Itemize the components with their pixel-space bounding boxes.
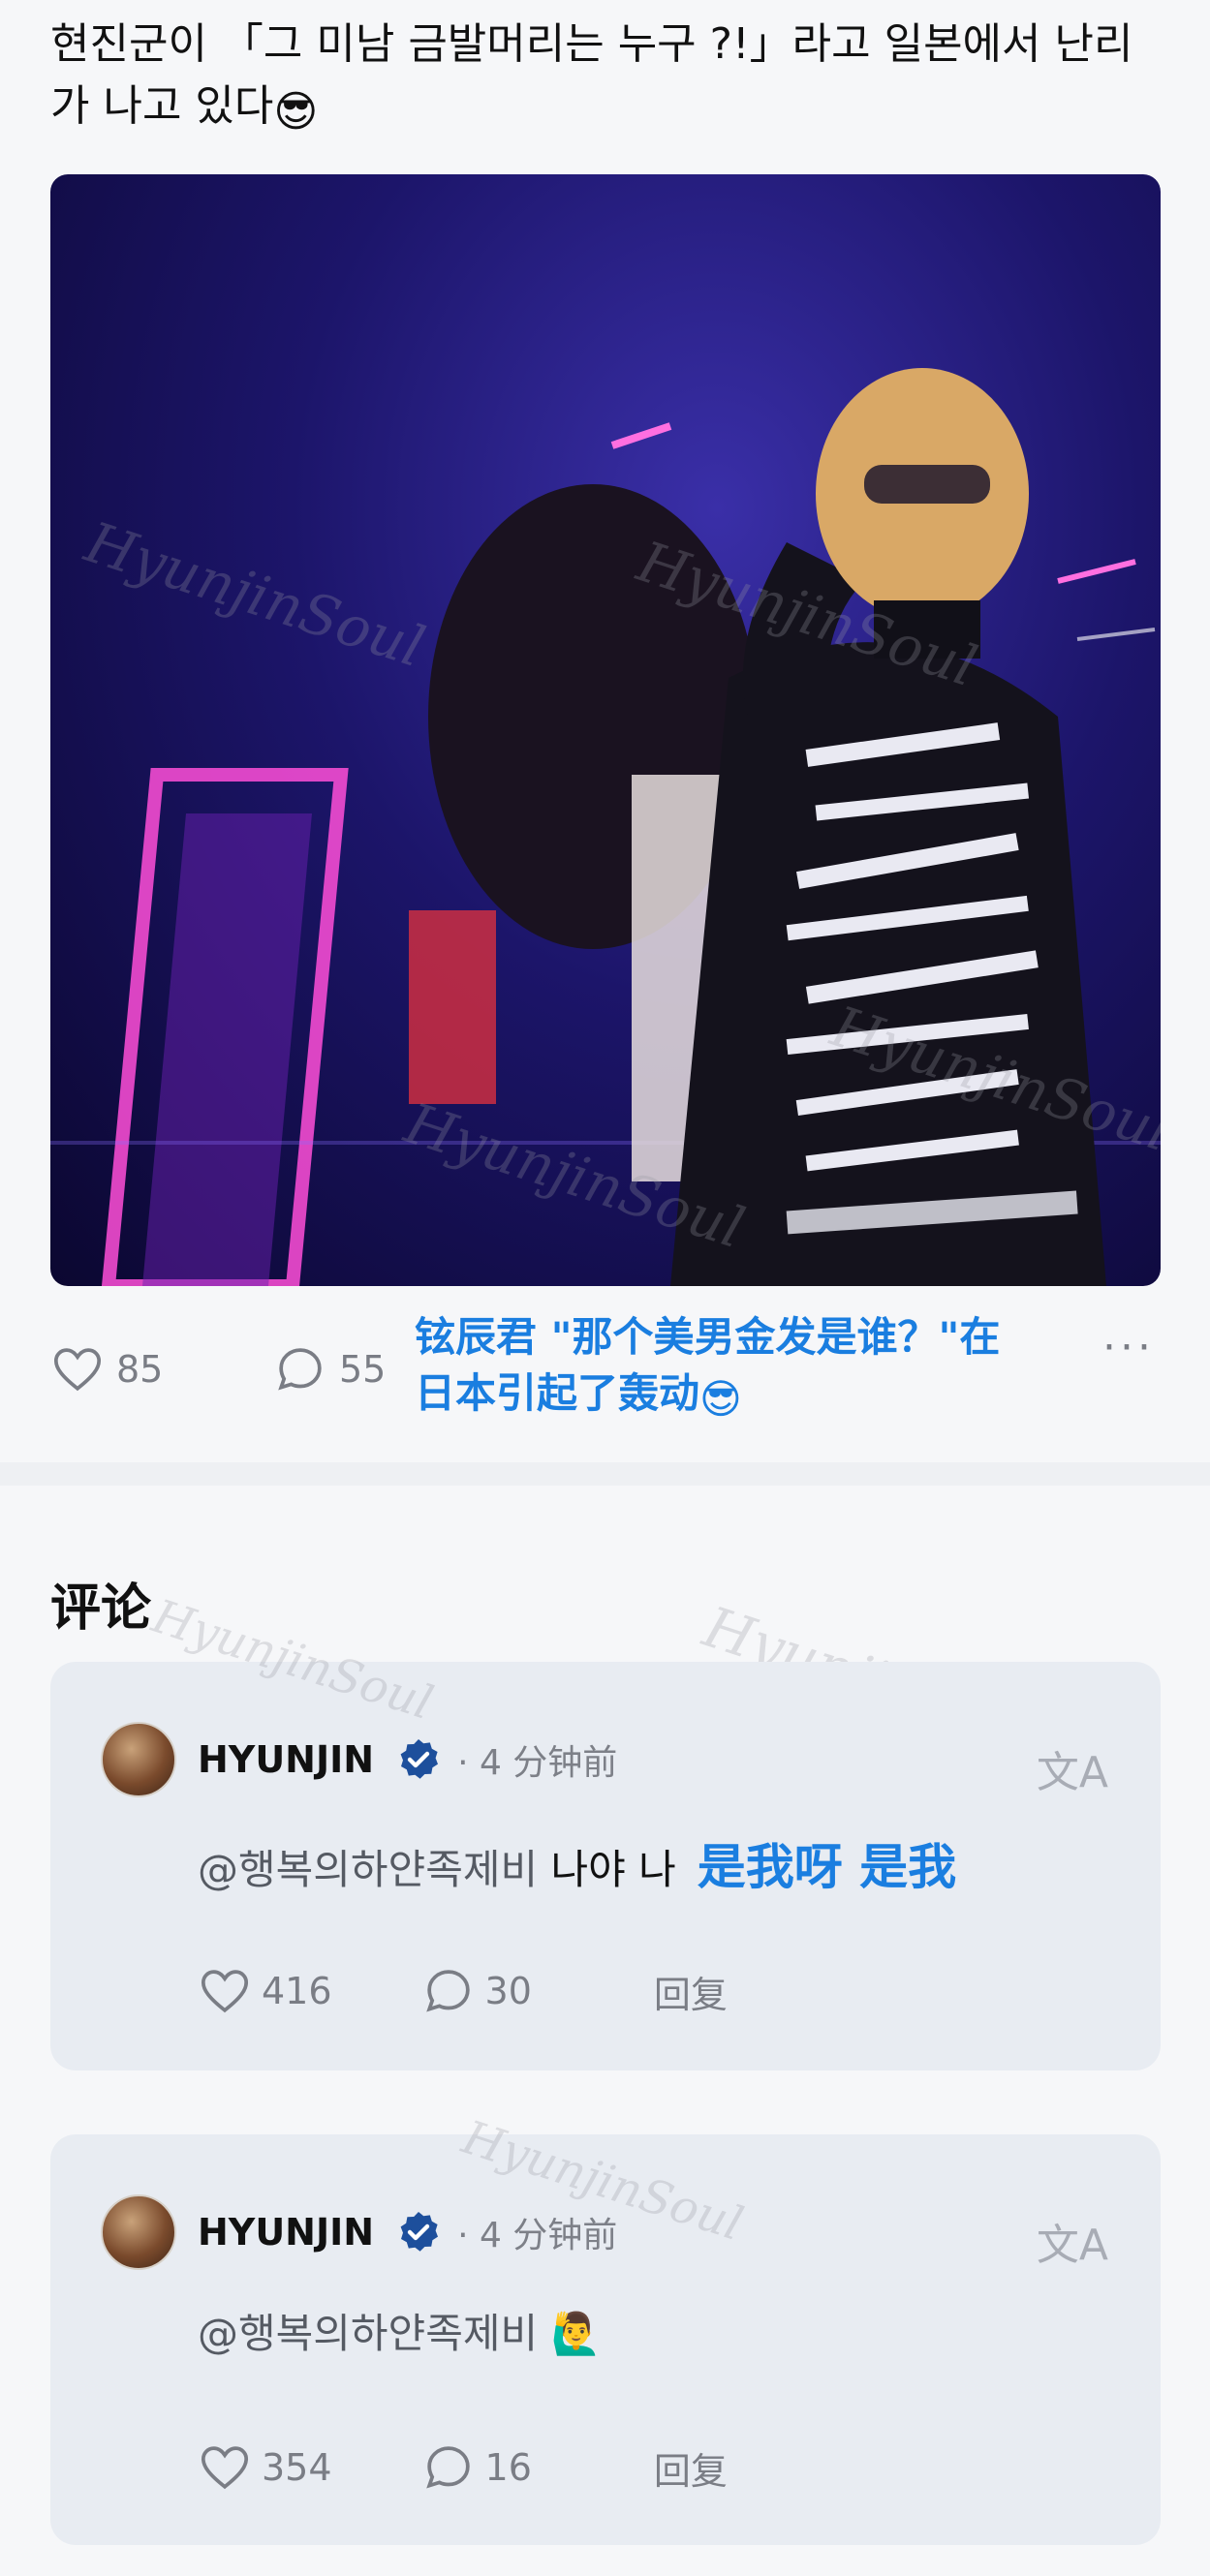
- comment-actions: 416 30 回复: [198, 1964, 728, 2018]
- post-text: 현진군이 「그 미남 금발머리는 누구 ?!」라고 일본에서 난리가 나고 있다…: [50, 14, 1164, 143]
- post-body: 현진군이 「그 미남 금발머리는 누구 ?!」라고 일본에서 난리가 나고 있다: [50, 19, 1133, 131]
- like-count: 85: [116, 1348, 164, 1391]
- comment-button[interactable]: 55: [273, 1342, 386, 1396]
- verified-badge-icon: [400, 1739, 439, 1779]
- concert-photo-illustration: [50, 368, 1161, 1286]
- watermark-text: HyunjinSoul: [145, 1589, 440, 1731]
- reply-button[interactable]: 回复: [654, 1965, 728, 2018]
- comment-actions: 354 16 回复: [198, 2440, 728, 2495]
- comment-body: 나야 나: [538, 1846, 676, 1893]
- section-divider: [0, 1462, 1210, 1486]
- translate-icon[interactable]: 文A: [1037, 2210, 1108, 2272]
- comment-bubble-icon: [278, 1348, 322, 1391]
- translation-text: 是我呀 是我: [697, 1839, 957, 1895]
- comment-card: HYUNJIN · 4 分钟前 文A @행복의하얀족제비 나야 나 是我呀 是我 …: [50, 1589, 1161, 2070]
- comment-reply-count: 16: [484, 2446, 532, 2489]
- like-button[interactable]: 85: [50, 1342, 163, 1396]
- comment-time: · 4 分钟前: [457, 1743, 618, 1783]
- comment-like-button[interactable]: 354: [198, 2440, 332, 2495]
- reply-button[interactable]: 回复: [654, 2441, 728, 2495]
- comment-like-count: 354: [262, 2446, 332, 2489]
- sunglasses-emoji-icon: 😎: [699, 1375, 742, 1423]
- comment-like-button[interactable]: 416: [198, 1964, 332, 2018]
- comment-text: @행복의하얀족제비 🙋‍♂️: [198, 2301, 602, 2360]
- sunglasses-emoji-icon: 😎: [273, 87, 319, 137]
- comment-body: 🙋‍♂️: [538, 2310, 602, 2357]
- translation-caption: 铉辰君 "那个美男金发是谁？"在日本引起了轰动😎: [415, 1309, 1015, 1427]
- comment-bubble-icon: [425, 1970, 470, 2012]
- comment-like-count: 416: [262, 1970, 332, 2012]
- more-options-button[interactable]: ···: [1102, 1323, 1155, 1372]
- verified-badge-icon: [400, 2212, 439, 2252]
- mention-link[interactable]: @행복의하얀족제비: [198, 2310, 538, 2357]
- comment-bubble-icon: [425, 2446, 470, 2489]
- comments-heading: 评论: [50, 1579, 152, 1638]
- username[interactable]: HYUNJIN: [198, 1738, 374, 1781]
- comment-card: HYUNJIN · 4 分钟前 文A @행복의하얀족제비 🙋‍♂️ 354 16…: [50, 2110, 1161, 2545]
- avatar[interactable]: [101, 2194, 176, 2270]
- avatar[interactable]: [101, 1722, 176, 1797]
- heart-icon: [201, 2446, 249, 2490]
- heart-icon: [201, 1970, 249, 2013]
- comment-reply-count-button[interactable]: 16: [421, 2440, 532, 2495]
- heart-icon: [53, 1348, 102, 1392]
- comment-reply-count: 30: [484, 1970, 532, 2012]
- mention-link[interactable]: @행복의하얀족제비: [198, 1846, 538, 1893]
- comment-text: @행복의하얀족제비 나야 나 是我呀 是我: [198, 1828, 956, 1898]
- username[interactable]: HYUNJIN: [198, 2211, 374, 2254]
- comment-header: HYUNJIN · 4 分钟前: [101, 1722, 617, 1797]
- comment-time: · 4 分钟前: [457, 2216, 618, 2255]
- comment-header: HYUNJIN · 4 分钟前: [101, 2194, 617, 2270]
- post-image[interactable]: HyunjinSoul HyunjinSoul HyunjinSoul Hyun…: [50, 174, 1161, 1286]
- comment-count: 55: [339, 1348, 387, 1391]
- comment-reply-count-button[interactable]: 30: [421, 1964, 532, 2018]
- translate-icon[interactable]: 文A: [1037, 1737, 1108, 1799]
